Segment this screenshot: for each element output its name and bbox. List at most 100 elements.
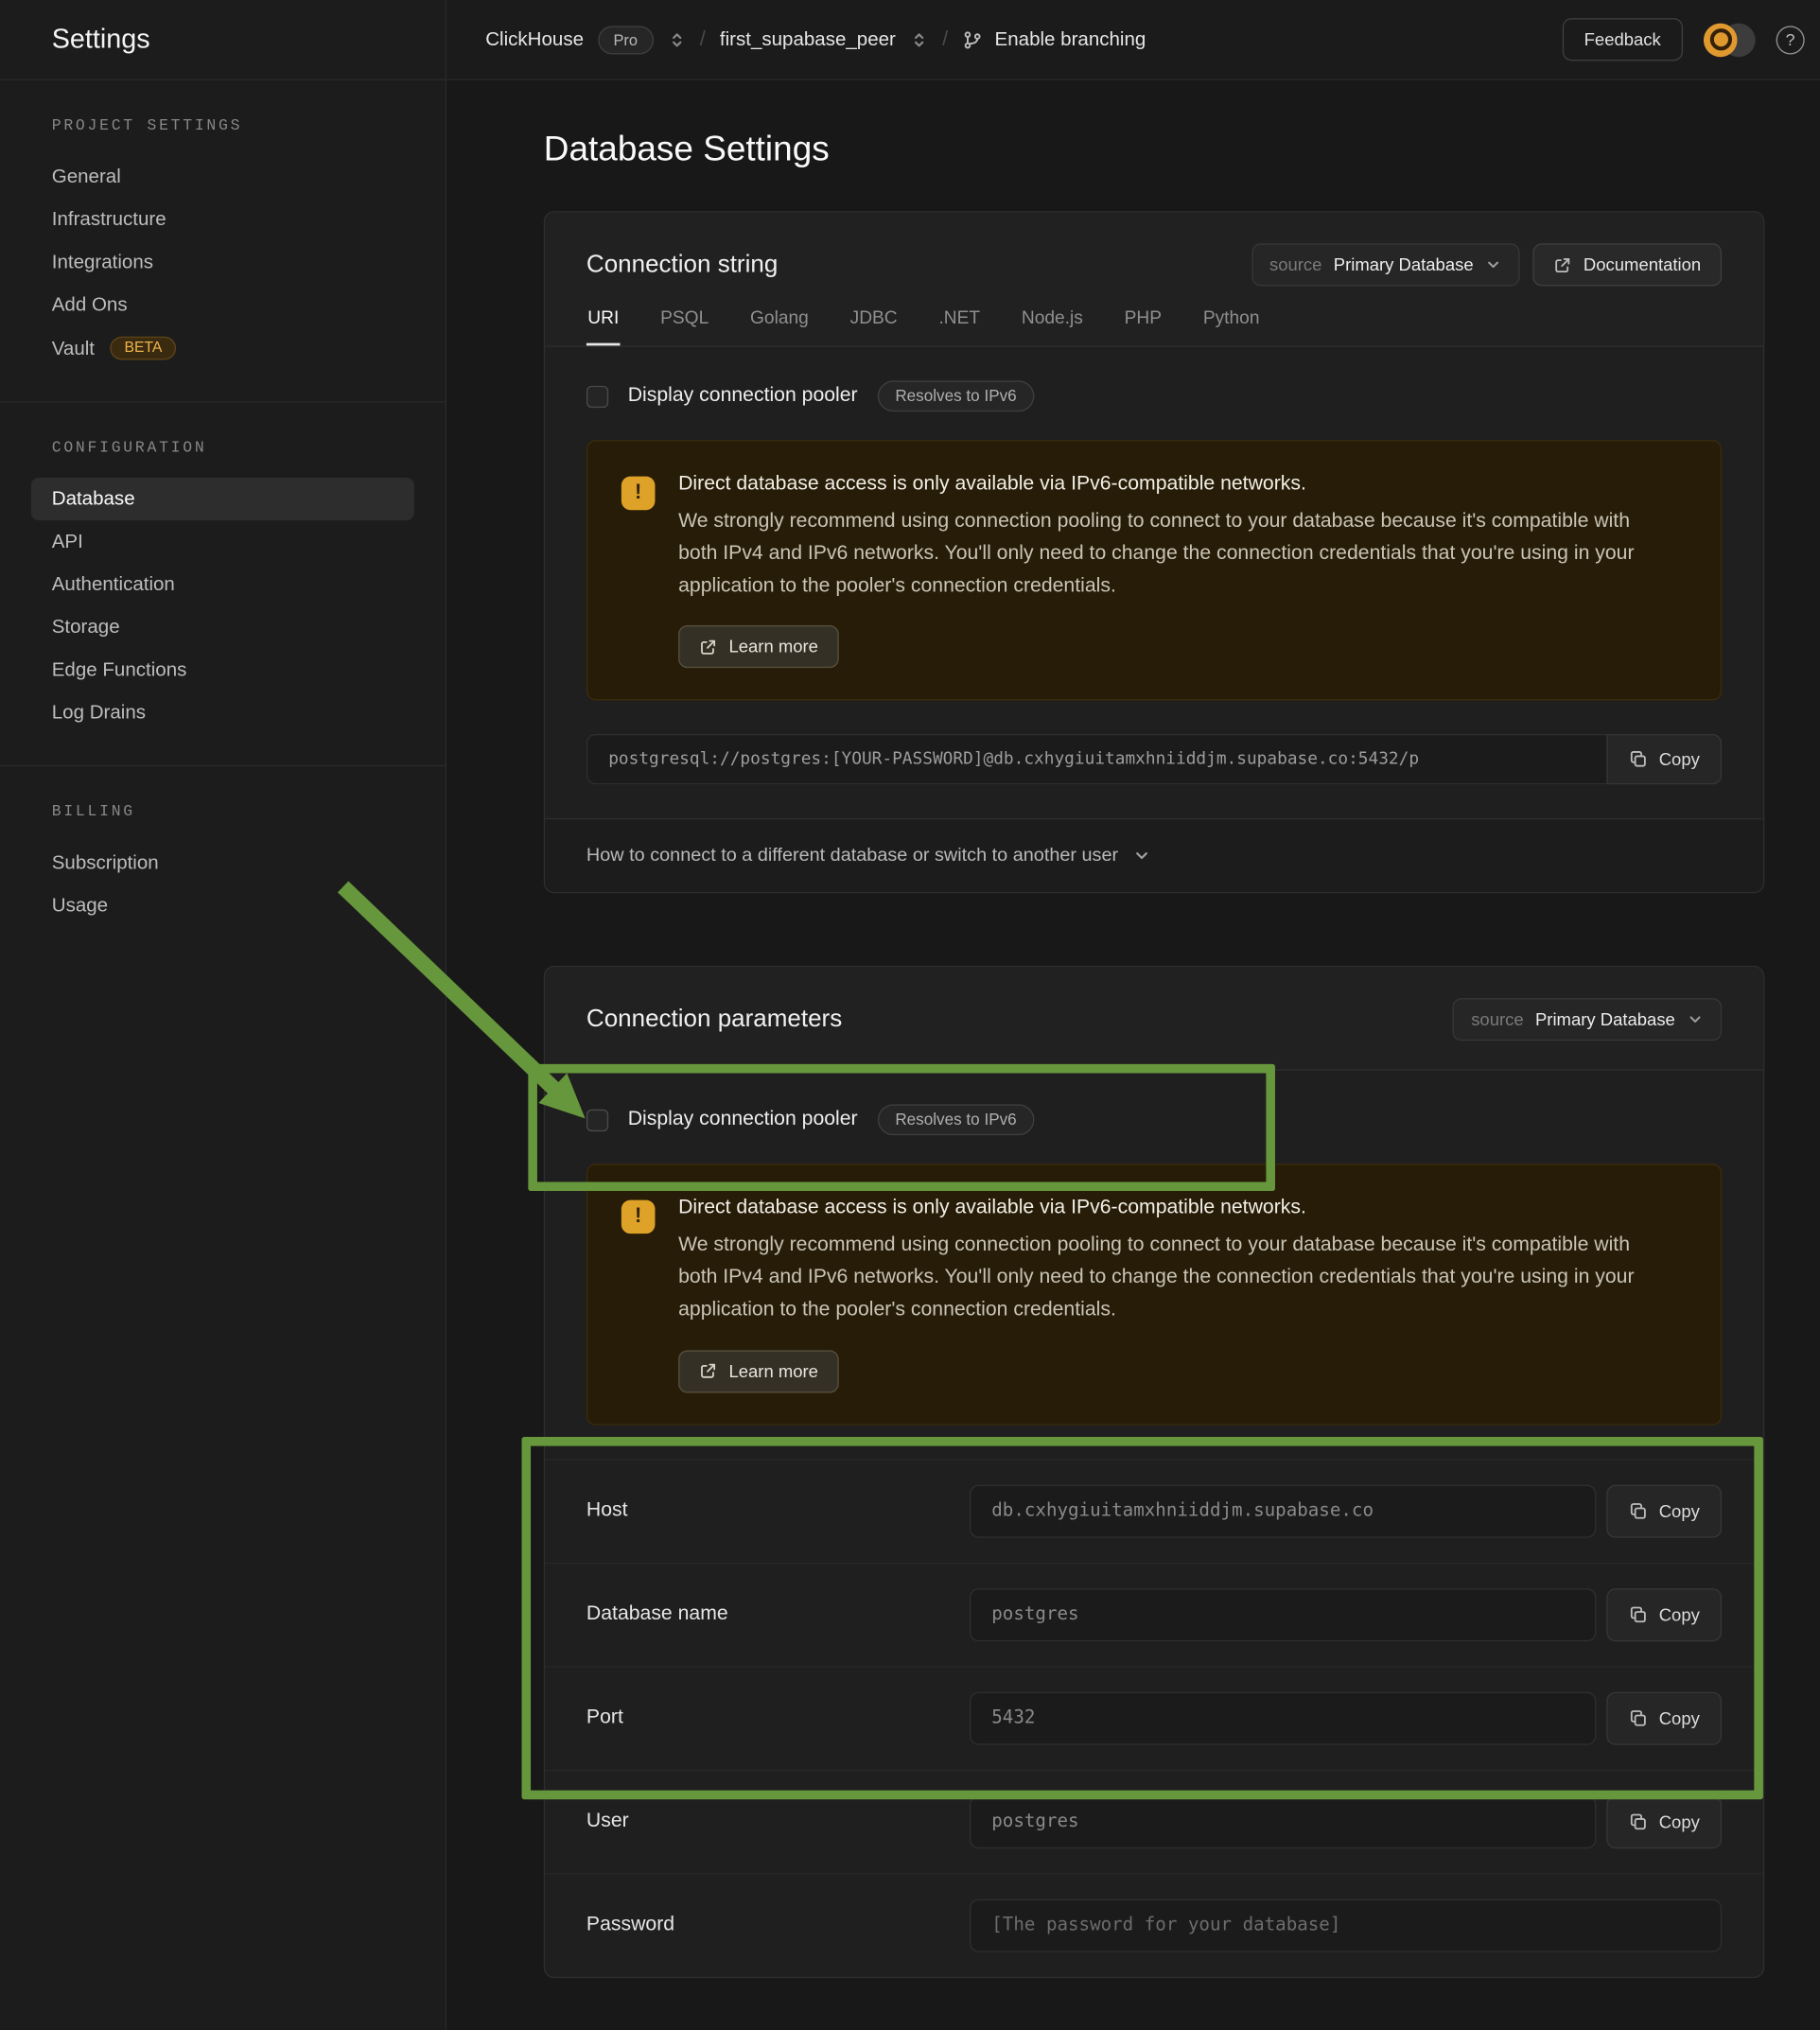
warning-title: Direct database access is only available… — [678, 473, 1662, 497]
page-title: Database Settings — [544, 130, 1764, 169]
feedback-button[interactable]: Feedback — [1562, 18, 1683, 61]
tab-php[interactable]: PHP — [1123, 306, 1163, 345]
documentation-label: Documentation — [1584, 255, 1701, 275]
host-label: Host — [586, 1499, 970, 1523]
org-selector-icon[interactable] — [668, 30, 686, 48]
sidebar-item-infrastructure[interactable]: Infrastructure — [31, 198, 414, 240]
enable-branching-label: Enable branching — [995, 28, 1146, 50]
connection-string-actions: source Primary Database Documentation — [1251, 243, 1722, 286]
alert-icon: ! — [621, 1200, 656, 1234]
sidebar-item-database[interactable]: Database — [31, 478, 414, 520]
learn-more-label: Learn more — [728, 1361, 817, 1381]
copy-uri-button[interactable]: Copy — [1607, 734, 1722, 784]
port-input[interactable] — [970, 1691, 1597, 1744]
pooler-row: Display connection pooler Resolves to IP… — [586, 1105, 1722, 1136]
copy-label: Copy — [1659, 1812, 1700, 1832]
sidebar-item-api[interactable]: API — [31, 520, 414, 563]
section-billing: BILLING Subscription Usage — [0, 766, 446, 958]
copy-label: Copy — [1659, 750, 1700, 770]
password-label: Password — [586, 1914, 970, 1937]
sidebar-item-vault[interactable]: Vault BETA — [31, 326, 414, 371]
chevron-down-icon — [1687, 1011, 1704, 1028]
project-selector-icon[interactable] — [910, 30, 928, 48]
external-link-icon — [699, 639, 717, 656]
ipv6-badge: Resolves to IPv6 — [877, 1105, 1035, 1136]
copy-database-name-button[interactable]: Copy — [1607, 1588, 1722, 1641]
copy-icon — [1629, 750, 1649, 770]
connection-parameters-title: Connection parameters — [586, 1006, 842, 1034]
sidebar-item-log-drains[interactable]: Log Drains — [31, 691, 414, 734]
tab-python[interactable]: Python — [1201, 306, 1260, 345]
sidebar-item-usage[interactable]: Usage — [31, 884, 414, 927]
pooler-label: Display connection pooler — [628, 1109, 858, 1132]
connect-help-toggle[interactable]: How to connect to a different database o… — [586, 846, 1150, 866]
breadcrumb-separator: / — [942, 27, 948, 51]
warning-body: We strongly recommend using connection p… — [678, 1231, 1662, 1327]
copy-icon — [1629, 1605, 1649, 1625]
learn-more-button[interactable]: Learn more — [678, 1350, 839, 1392]
copy-icon — [1629, 1708, 1649, 1728]
avatar[interactable] — [1704, 23, 1756, 57]
chevron-down-icon — [1132, 848, 1150, 866]
copy-port-button[interactable]: Copy — [1607, 1691, 1722, 1744]
connection-parameters-header: Connection parameters source Primary Dat… — [545, 968, 1763, 1071]
source-select[interactable]: source Primary Database — [1251, 243, 1520, 286]
password-input[interactable] — [970, 1899, 1722, 1951]
main-area: ClickHouse Pro / first_supabase_peer / E… — [446, 0, 1820, 2030]
sidebar-item-authentication[interactable]: Authentication — [31, 563, 414, 605]
connection-uri-row: Copy — [586, 734, 1722, 784]
display-connection-pooler-checkbox[interactable] — [586, 1110, 608, 1131]
connection-uri-input[interactable] — [586, 734, 1607, 784]
copy-user-button[interactable]: Copy — [1607, 1795, 1722, 1848]
connection-string-tabs: URI PSQL Golang JDBC .NET Node.js PHP Py… — [545, 286, 1763, 345]
settings-sidebar: Settings PROJECT SETTINGS General Infras… — [0, 0, 446, 2030]
tab-psql[interactable]: PSQL — [659, 306, 710, 345]
tab-golang[interactable]: Golang — [749, 306, 811, 345]
host-input[interactable] — [970, 1484, 1597, 1537]
app-window: Settings PROJECT SETTINGS General Infras… — [0, 0, 1820, 2030]
page-content: Database Settings Connection string sour… — [446, 80, 1820, 2030]
help-icon[interactable]: ? — [1776, 26, 1805, 54]
host-row: Host Copy — [545, 1460, 1763, 1562]
tab-nodejs[interactable]: Node.js — [1021, 306, 1085, 345]
display-connection-pooler-checkbox[interactable] — [586, 385, 608, 407]
pooler-row: Display connection pooler Resolves to IP… — [586, 380, 1722, 411]
port-label: Port — [586, 1706, 970, 1730]
pooler-label: Display connection pooler — [628, 384, 858, 408]
section-label-configuration: CONFIGURATION — [31, 429, 414, 478]
topbar: ClickHouse Pro / first_supabase_peer / E… — [446, 0, 1820, 80]
sidebar-title: Settings — [52, 24, 150, 55]
plan-badge: Pro — [598, 26, 653, 54]
sidebar-item-integrations[interactable]: Integrations — [31, 241, 414, 284]
user-input[interactable] — [970, 1795, 1597, 1848]
beta-badge: BETA — [110, 337, 176, 360]
database-name-label: Database name — [586, 1603, 970, 1627]
sidebar-item-general[interactable]: General — [31, 155, 414, 198]
org-name[interactable]: ClickHouse — [485, 28, 584, 50]
connection-string-header: Connection string source Primary Databas… — [545, 212, 1763, 346]
section-label-project-settings: PROJECT SETTINGS — [31, 106, 414, 155]
sidebar-item-add-ons[interactable]: Add Ons — [31, 284, 414, 326]
password-row: Password — [545, 1873, 1763, 1976]
source-select-value: Primary Database — [1535, 1010, 1675, 1030]
project-name[interactable]: first_supabase_peer — [720, 28, 896, 50]
learn-more-button[interactable]: Learn more — [678, 626, 839, 669]
sidebar-item-subscription[interactable]: Subscription — [31, 842, 414, 884]
tab-uri[interactable]: URI — [586, 306, 621, 345]
copy-icon — [1629, 1812, 1649, 1832]
source-select-label: source — [1269, 255, 1321, 275]
copy-host-button[interactable]: Copy — [1607, 1484, 1722, 1537]
database-name-input[interactable] — [970, 1588, 1597, 1641]
breadcrumb: ClickHouse Pro / first_supabase_peer / E… — [485, 26, 1146, 54]
documentation-button[interactable]: Documentation — [1533, 243, 1723, 286]
tab-dotnet[interactable]: .NET — [937, 306, 981, 345]
enable-branching-button[interactable]: Enable branching — [962, 28, 1146, 50]
copy-label: Copy — [1659, 1605, 1700, 1625]
source-select[interactable]: source Primary Database — [1453, 999, 1722, 1041]
sidebar-item-storage[interactable]: Storage — [31, 605, 414, 648]
copy-icon — [1629, 1501, 1649, 1521]
sidebar-item-edge-functions[interactable]: Edge Functions — [31, 649, 414, 691]
tab-jdbc[interactable]: JDBC — [849, 306, 899, 345]
warning-content: Direct database access is only available… — [678, 1197, 1662, 1392]
chevron-down-icon — [1485, 256, 1502, 273]
